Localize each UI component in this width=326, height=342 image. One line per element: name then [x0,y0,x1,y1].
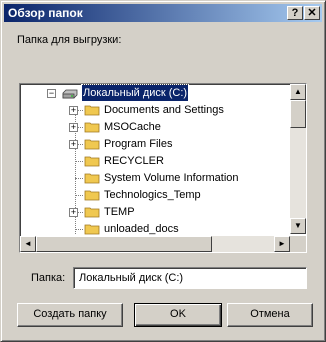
tree-row[interactable]: + Documents and Settings [20,102,290,118]
scroll-left-button[interactable]: ◄ [20,236,36,252]
scroll-down-button[interactable]: ▼ [290,218,306,234]
tree-item-label: unloaded_docs [104,223,179,235]
tree-item-label: MSOCache [104,121,161,133]
tree-item-label: Program Files [104,138,173,150]
tree-row[interactable]: RECYCLER [20,153,290,169]
horizontal-scrollbar[interactable]: ◄ ► [20,236,290,252]
scroll-up-button[interactable]: ▲ [290,84,306,100]
folder-icon [84,224,100,235]
folder-tree[interactable]: − Локальный диск (C:) + Documents and Se… [19,83,307,253]
tree-row[interactable]: + MSOCache [20,119,290,135]
folder-icon [84,156,100,167]
collapse-toggle[interactable]: − [47,89,56,98]
vertical-scroll-thumb[interactable] [290,100,306,128]
folder-icon [84,190,100,201]
folder-field-label: Папка: [31,272,66,284]
tree-item-label: System Volume Information [104,172,239,184]
browse-folder-dialog: Обзор папок ? ✕ Папка для выгрузки: − Ло… [0,0,326,342]
folder-icon [84,173,100,184]
folder-icon [84,207,100,218]
tree-row[interactable]: + TEMP [20,204,290,220]
expand-toggle[interactable]: + [69,106,78,115]
folder-icon [84,122,100,133]
tree-item-label: RECYCLER [104,155,164,167]
help-button[interactable]: ? [287,6,303,20]
ok-button[interactable]: OK [134,303,222,327]
tree-item-label: Documents and Settings [104,104,224,116]
tree-item-label: Локальный диск (C:) [80,84,190,102]
window-title: Обзор папок [8,6,83,20]
tree-item-label: Technologics_Temp [104,189,201,201]
tree-connector [75,195,83,196]
tree-row[interactable]: System Volume Information [20,170,290,186]
tree-row-root[interactable]: − Локальный диск (C:) [20,84,290,102]
expand-toggle[interactable]: + [69,140,78,149]
new-folder-button[interactable]: Создать папку [17,303,123,327]
tree-item-label: TEMP [104,206,135,218]
close-button[interactable]: ✕ [304,6,320,20]
folder-name-field[interactable]: Локальный диск (C:) [73,267,307,289]
folder-icon [84,105,100,116]
tree-row[interactable]: Technologics_Temp [20,187,290,203]
expand-toggle[interactable]: + [69,123,78,132]
folder-icon [84,139,100,150]
tree-row[interactable]: + Program Files [20,136,290,152]
tree-connector [75,229,83,230]
vertical-scrollbar[interactable]: ▲ ▼ [290,84,306,234]
scroll-corner [290,236,306,252]
cancel-button[interactable]: Отмена [227,303,313,327]
tree-row[interactable]: unloaded_docs [20,221,290,237]
tree-connector [75,178,83,179]
tree-connector [75,161,83,162]
drive-icon [62,89,78,99]
scroll-right-button[interactable]: ► [274,236,290,252]
expand-toggle[interactable]: + [69,208,78,217]
title-bar[interactable]: Обзор папок ? ✕ [4,4,322,22]
prompt-label: Папка для выгрузки: [17,34,122,46]
horizontal-scroll-thumb[interactable] [36,236,212,252]
